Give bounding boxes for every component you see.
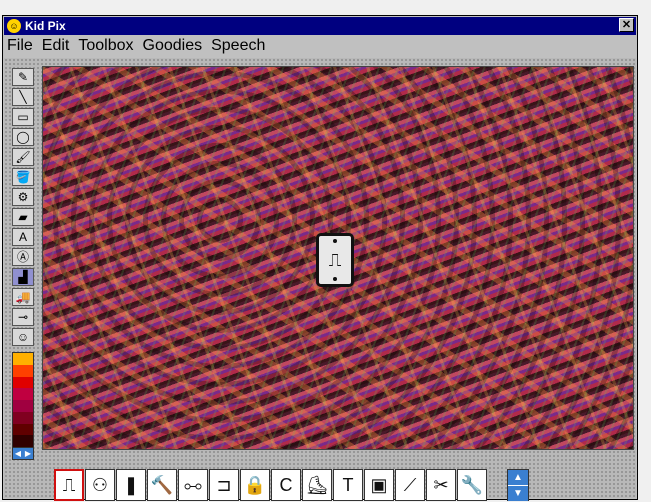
color-swatch[interactable] bbox=[13, 411, 33, 424]
menu-speech[interactable]: Speech bbox=[208, 37, 271, 55]
rubber-stamp-tool[interactable]: ▟ bbox=[12, 268, 34, 286]
switch-glyph: ⎍ bbox=[328, 250, 342, 270]
stamp-scroll: ▲ ▼ bbox=[507, 469, 529, 501]
menu-goodies[interactable]: Goodies bbox=[140, 37, 209, 55]
color-swatch[interactable] bbox=[13, 353, 33, 365]
title-bar[interactable]: ☺ Kid Pix ✕ bbox=[4, 17, 636, 35]
kid-pix-app-icon: ☺ bbox=[7, 19, 21, 33]
outlet-stamp[interactable]: ⚇ bbox=[85, 469, 115, 501]
color-swatch[interactable] bbox=[13, 400, 33, 412]
color-swatch[interactable] bbox=[13, 423, 33, 436]
color-swatch[interactable] bbox=[13, 376, 33, 389]
screw-bottom bbox=[333, 277, 337, 281]
text-tool[interactable]: A bbox=[12, 228, 34, 246]
menu-file[interactable]: File bbox=[4, 37, 39, 55]
stamp-scroll-down-icon[interactable]: ▼ bbox=[508, 485, 528, 501]
menu-toolbox[interactable]: Toolbox bbox=[75, 37, 139, 55]
window-title: Kid Pix bbox=[25, 19, 66, 33]
hammer-stamp[interactable]: 🔨 bbox=[147, 469, 177, 501]
wrench-stamp[interactable]: 🔧 bbox=[457, 469, 487, 501]
toolbox: ✎ ╲ ▭ ◯ 🖌 🪣 ⚙ ▰ A Ⓐ ▟ 🚚 ⊸ ☺ ◀ ▶ bbox=[12, 68, 36, 460]
pencil-tool[interactable]: ✎ bbox=[12, 68, 34, 86]
wacky-brush-tool[interactable]: 🖌 bbox=[12, 148, 34, 166]
line-tool[interactable]: ╲ bbox=[12, 88, 34, 106]
palette-scroll: ◀ ▶ bbox=[12, 448, 34, 460]
menu-bar: File Edit Toolbox Goodies Speech bbox=[4, 36, 636, 56]
roller-skate-stamp[interactable]: ⛸ bbox=[302, 469, 332, 501]
palette-left-arrow-icon[interactable]: ◀ bbox=[13, 448, 23, 459]
color-palette bbox=[12, 352, 34, 448]
color-swatch[interactable] bbox=[13, 364, 33, 377]
label-maker-stamp[interactable]: ▣ bbox=[364, 469, 394, 501]
color-swatch[interactable] bbox=[13, 435, 33, 447]
alphabet-stamp-tool[interactable]: Ⓐ bbox=[12, 248, 34, 266]
padlock-stamp[interactable]: 🔒 bbox=[240, 469, 270, 501]
drawing-canvas[interactable]: ⎍ bbox=[42, 66, 634, 450]
scissors-stamp[interactable]: ✂ bbox=[426, 469, 456, 501]
paint-can-tool[interactable]: 🪣 bbox=[12, 168, 34, 186]
palette-right-arrow-icon[interactable]: ▶ bbox=[23, 448, 33, 459]
menu-edit[interactable]: Edit bbox=[39, 37, 76, 55]
eraser-tool[interactable]: ▰ bbox=[12, 208, 34, 226]
eyedropper-tool[interactable]: ⊸ bbox=[12, 308, 34, 326]
light-switch-stamp[interactable]: ⎍ bbox=[54, 469, 84, 501]
screw-top bbox=[333, 239, 337, 243]
rectangle-tool[interactable]: ▭ bbox=[12, 108, 34, 126]
color-swatch[interactable] bbox=[13, 388, 33, 400]
stamp-scroll-up-icon[interactable]: ▲ bbox=[508, 470, 528, 485]
kid-pix-window: ☺ Kid Pix ✕ File Edit Toolbox Goodies Sp… bbox=[2, 15, 638, 501]
toothpaste-stamp[interactable]: ❚ bbox=[116, 469, 146, 501]
screwdriver-stamp[interactable]: ⟋ bbox=[395, 469, 425, 501]
moving-van-tool[interactable]: 🚚 bbox=[12, 288, 34, 306]
mallet-stamp[interactable]: T bbox=[333, 469, 363, 501]
light-switch-stamp-cursor-icon: ⎍ bbox=[316, 233, 354, 287]
c-clamp-stamp[interactable]: C bbox=[271, 469, 301, 501]
stapler-stamp[interactable]: ⊐ bbox=[209, 469, 239, 501]
dumbbell-stamp[interactable]: ⧟ bbox=[178, 469, 208, 501]
work-area: ✎ ╲ ▭ ◯ 🖌 🪣 ⚙ ▰ A Ⓐ ▟ 🚚 ⊸ ☺ ◀ ▶ ⎍ ⎍ ⚇ ❚ … bbox=[4, 58, 636, 501]
electric-mixer-tool[interactable]: ⚙ bbox=[12, 188, 34, 206]
stamp-picker: ⎍ ⚇ ❚ 🔨 ⧟ ⊐ 🔒 C ⛸ T ▣ ⟋ ✂ 🔧 bbox=[54, 469, 506, 501]
oval-tool[interactable]: ◯ bbox=[12, 128, 34, 146]
undo-guy-tool[interactable]: ☺ bbox=[12, 328, 34, 346]
close-button[interactable]: ✕ bbox=[619, 18, 634, 32]
